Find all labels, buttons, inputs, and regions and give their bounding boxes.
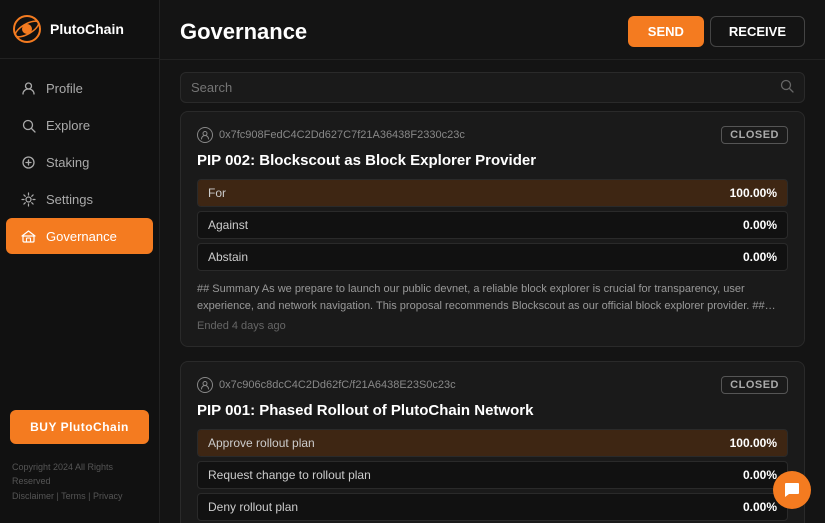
proposal-card-pip001: 0x7c906c8dcC4C2Dd62fC/f21A6438E23S0c23c … — [180, 361, 805, 523]
sidebar-nav: Profile Explore Staking — [0, 59, 159, 402]
vote-label-0-0: For — [208, 186, 730, 200]
buy-plutochan-button[interactable]: BUY PlutoChain — [10, 410, 149, 444]
main-header: Governance SEND RECEIVE — [160, 0, 825, 60]
sidebar-label-profile: Profile — [46, 81, 83, 96]
sidebar-label-governance: Governance — [46, 229, 117, 244]
vote-label-0-1: Against — [208, 218, 743, 232]
staking-icon — [20, 154, 36, 170]
vote-row-1-1: Request change to rollout plan 0.00% — [197, 461, 788, 489]
sidebar-label-staking: Staking — [46, 155, 89, 170]
proposal-card-pip002: 0x7fc908FedC4C2Dd627C7f21A36438F2330c23c… — [180, 111, 805, 347]
sidebar-logo: PlutoChain — [0, 0, 159, 59]
main-content: Governance SEND RECEIVE — [160, 0, 825, 523]
receive-button[interactable]: RECEIVE — [710, 16, 805, 47]
vote-row-0-2: Abstain 0.00% — [197, 243, 788, 271]
proposal-header: 0x7c906c8dcC4C2Dd62fC/f21A6438E23S0c23c … — [197, 376, 788, 394]
governance-icon — [20, 228, 36, 244]
status-badge: CLOSED — [721, 126, 788, 144]
sidebar-item-settings[interactable]: Settings — [6, 181, 153, 217]
footer-copyright: Copyright 2024 All Rights Reserved — [12, 460, 147, 489]
vote-pct-1-0: 100.00% — [730, 436, 777, 450]
page-title: Governance — [180, 19, 307, 45]
search-bar — [180, 72, 805, 103]
vote-row-0-1: Against 0.00% — [197, 211, 788, 239]
search-icon — [780, 79, 794, 96]
proposal-address: 0x7c906c8dcC4C2Dd62fC/f21A6438E23S0c23c — [197, 377, 456, 393]
proposal-address-text: 0x7fc908FedC4C2Dd627C7f21A36438F2330c23c — [219, 129, 465, 141]
sidebar-item-staking[interactable]: Staking — [6, 144, 153, 180]
vote-pct-1-1: 0.00% — [743, 468, 777, 482]
explore-icon — [20, 117, 36, 133]
search-input[interactable] — [191, 80, 780, 95]
proposal-header: 0x7fc908FedC4C2Dd627C7f21A36438F2330c23c… — [197, 126, 788, 144]
vote-pct-0-0: 100.00% — [730, 186, 777, 200]
status-badge: CLOSED — [721, 376, 788, 394]
vote-pct-0-1: 0.00% — [743, 218, 777, 232]
plutochain-logo-icon — [12, 14, 42, 44]
address-icon — [197, 377, 213, 393]
proposal-address: 0x7fc908FedC4C2Dd627C7f21A36438F2330c23c — [197, 127, 465, 143]
vote-row-0-0: For 100.00% — [197, 179, 788, 207]
sidebar-label-explore: Explore — [46, 118, 90, 133]
address-icon — [197, 127, 213, 143]
proposal-ended: Ended 4 days ago — [197, 320, 788, 332]
proposal-description: ## Summary As we prepare to launch our p… — [197, 281, 788, 314]
vote-label-1-1: Request change to rollout plan — [208, 468, 743, 482]
send-button[interactable]: SEND — [628, 16, 704, 47]
proposal-title: PIP 001: Phased Rollout of PlutoChain Ne… — [197, 402, 788, 419]
vote-pct-0-2: 0.00% — [743, 250, 777, 264]
sidebar-item-governance[interactable]: Governance — [6, 218, 153, 254]
proposals-list: 0x7fc908FedC4C2Dd627C7f21A36438F2330c23c… — [160, 111, 825, 523]
vote-row-1-0: Approve rollout plan 100.00% — [197, 429, 788, 457]
sidebar-label-settings: Settings — [46, 192, 93, 207]
vote-label-1-0: Approve rollout plan — [208, 436, 730, 450]
header-actions: SEND RECEIVE — [628, 16, 805, 47]
proposal-title: PIP 002: Blockscout as Block Explorer Pr… — [197, 152, 788, 169]
proposal-address-text: 0x7c906c8dcC4C2Dd62fC/f21A6438E23S0c23c — [219, 379, 456, 391]
logo-text: PlutoChain — [50, 21, 124, 37]
vote-pct-1-2: 0.00% — [743, 500, 777, 514]
sidebar-item-explore[interactable]: Explore — [6, 107, 153, 143]
settings-icon — [20, 191, 36, 207]
chat-bubble[interactable] — [773, 471, 811, 509]
footer-links: Disclaimer | Terms | Privacy — [12, 489, 147, 503]
sidebar-item-profile[interactable]: Profile — [6, 70, 153, 106]
sidebar-footer: Copyright 2024 All Rights Reserved Discl… — [0, 452, 159, 511]
vote-label-1-2: Deny rollout plan — [208, 500, 743, 514]
sidebar: PlutoChain Profile Explore — [0, 0, 160, 523]
vote-label-0-2: Abstain — [208, 250, 743, 264]
vote-row-1-2: Deny rollout plan 0.00% — [197, 493, 788, 521]
profile-icon — [20, 80, 36, 96]
